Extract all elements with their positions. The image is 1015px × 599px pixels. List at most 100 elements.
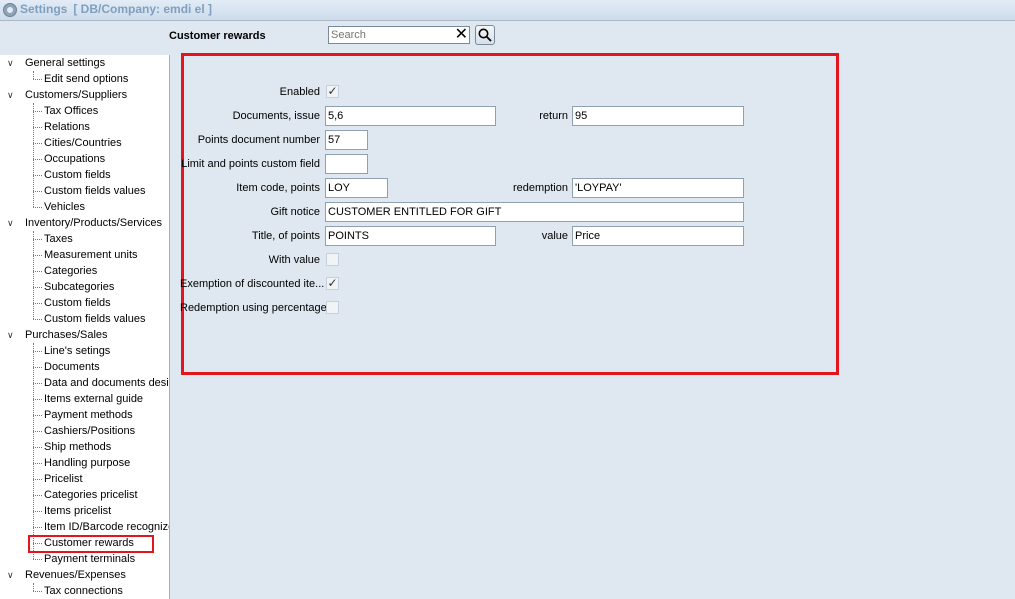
sidebar-item[interactable]: Tax Offices	[0, 103, 169, 119]
sidebar-item-label: Taxes	[44, 233, 73, 245]
sidebar-item[interactable]: Item ID/Barcode recognize	[0, 519, 169, 535]
sidebar-item-label: Item ID/Barcode recognize	[44, 521, 170, 533]
tree-connector	[33, 495, 42, 496]
sidebar-group[interactable]: ∨ General settings	[0, 55, 169, 71]
sidebar-item-label: Occupations	[44, 153, 106, 165]
sidebar-item[interactable]: Data and documents desi	[0, 375, 169, 391]
sidebar-tree: ∨ General settings Edit send options ∨ Custo…	[0, 55, 170, 599]
sidebar-item[interactable]: Vehicles	[0, 199, 169, 215]
sidebar-item-label: Categories pricelist	[44, 489, 138, 501]
sidebar-item[interactable]: Items external guide	[0, 391, 169, 407]
redemption-percentage-label: Redemption using percentage	[180, 302, 327, 314]
tree-vertical-line	[33, 103, 34, 207]
sidebar-item[interactable]: Relations	[0, 119, 169, 135]
sidebar-item-label: Cities/Countries	[44, 137, 122, 149]
sidebar-item[interactable]: Handling purpose	[0, 455, 169, 471]
points-document-number-input[interactable]	[325, 130, 368, 150]
tree-connector	[33, 79, 42, 80]
points-document-number-label: Points document number	[197, 134, 320, 146]
sidebar-item-label: Categories	[44, 265, 98, 277]
redemption-percentage-checkbox[interactable]	[326, 301, 339, 314]
sidebar-item[interactable]: Line's setings	[0, 343, 169, 359]
enabled-checkbox[interactable]: ✓	[326, 85, 339, 98]
sidebar-item[interactable]: Cities/Countries	[0, 135, 169, 151]
sidebar-item[interactable]: Taxes	[0, 231, 169, 247]
sidebar-group[interactable]: ∨ Inventory/Products/Services	[0, 215, 169, 231]
with-value-label: With value	[268, 254, 320, 266]
sidebar-item-label: Relations	[44, 121, 90, 133]
tree-connector	[33, 207, 42, 208]
sidebar-item[interactable]: Measurement units	[0, 247, 169, 263]
sidebar-item-label: Edit send options	[44, 73, 129, 85]
sidebar-item-label: Custom fields	[44, 169, 111, 181]
tree-connector	[33, 143, 42, 144]
chevron-down-icon[interactable]: ∨	[7, 55, 14, 71]
tree-connector	[33, 527, 42, 528]
sidebar-item[interactable]: Occupations	[0, 151, 169, 167]
sidebar-item-label: Handling purpose	[44, 457, 131, 469]
redemption-label: redemption	[512, 182, 568, 194]
sidebar-item-label: Subcategories	[44, 281, 115, 293]
limit-points-custom-field-input[interactable]	[325, 154, 368, 174]
item-code-points-input[interactable]	[325, 178, 388, 198]
return-input[interactable]	[572, 106, 744, 126]
sidebar-item[interactable]: Custom fields values	[0, 311, 169, 327]
sidebar-group-label: Revenues/Expenses	[25, 569, 126, 581]
item-code-points-label: Item code, points	[236, 182, 320, 194]
value-input[interactable]	[572, 226, 744, 246]
sidebar-group[interactable]: ∨ Customers/Suppliers	[0, 87, 169, 103]
gift-notice-input[interactable]	[325, 202, 744, 222]
sidebar-item-label: Line's setings	[44, 345, 111, 357]
sidebar-item[interactable]: Edit send options	[0, 71, 169, 87]
value-label: value	[541, 230, 568, 242]
close-icon[interactable]: ✕	[455, 27, 468, 43]
sidebar-group[interactable]: ∨ Revenues/Expenses	[0, 567, 169, 583]
tree-connector	[33, 511, 42, 512]
title-bar: Settings [ DB/Company: emdi el ]	[0, 0, 1015, 21]
sidebar-item-label: Payment methods	[44, 409, 133, 421]
sidebar-item[interactable]: Ship methods	[0, 439, 169, 455]
sidebar-item[interactable]: Cashiers/Positions	[0, 423, 169, 439]
sidebar-item[interactable]: Documents	[0, 359, 169, 375]
sidebar-item-label: Documents	[44, 361, 100, 373]
chevron-down-icon[interactable]: ∨	[7, 87, 14, 103]
sidebar-item-label: Vehicles	[44, 201, 85, 213]
sidebar-item[interactable]: Payment terminals	[0, 551, 169, 567]
tree-connector	[33, 239, 42, 240]
tree-connector	[33, 319, 42, 320]
sidebar-item[interactable]: Custom fields	[0, 295, 169, 311]
limit-points-custom-field-label: Limit and points custom field	[181, 158, 320, 170]
sidebar-item-label: Tax connections	[44, 585, 123, 597]
sidebar-item[interactable]: Payment methods	[0, 407, 169, 423]
tree-vertical-line	[33, 583, 34, 591]
enabled-label: Enabled	[279, 86, 320, 98]
tree-connector	[33, 399, 42, 400]
search-input[interactable]	[329, 27, 453, 43]
chevron-down-icon[interactable]: ∨	[7, 215, 14, 231]
sidebar-item[interactable]: Custom fields	[0, 167, 169, 183]
redemption-input[interactable]	[572, 178, 744, 198]
tree-connector	[33, 271, 42, 272]
sidebar-item[interactable]: Categories	[0, 263, 169, 279]
tree-vertical-line	[33, 343, 34, 559]
sidebar-item[interactable]: Items pricelist	[0, 503, 169, 519]
chevron-down-icon[interactable]: ∨	[7, 327, 14, 343]
exemption-discounted-checkbox[interactable]: ✓	[326, 277, 339, 290]
sidebar-item[interactable]: Tax connections	[0, 583, 169, 599]
tree-connector	[33, 255, 42, 256]
sidebar-item-label: Measurement units	[44, 249, 138, 261]
sidebar-item[interactable]: Categories pricelist	[0, 487, 169, 503]
page-title: Customer rewards	[169, 30, 266, 42]
selected-item-highlight	[28, 535, 154, 553]
sidebar-item-label: Custom fields	[44, 297, 111, 309]
sidebar-item[interactable]: Subcategories	[0, 279, 169, 295]
search-button[interactable]	[475, 25, 495, 45]
with-value-checkbox[interactable]	[326, 253, 339, 266]
sidebar-item[interactable]: Custom fields values	[0, 183, 169, 199]
sidebar-item[interactable]: Pricelist	[0, 471, 169, 487]
db-company-label: [ DB/Company: emdi el ]	[73, 2, 213, 16]
sidebar-group[interactable]: ∨ Purchases/Sales	[0, 327, 169, 343]
chevron-down-icon[interactable]: ∨	[7, 567, 14, 583]
tree-connector	[33, 351, 42, 352]
sidebar-item-label: Items external guide	[44, 393, 144, 405]
